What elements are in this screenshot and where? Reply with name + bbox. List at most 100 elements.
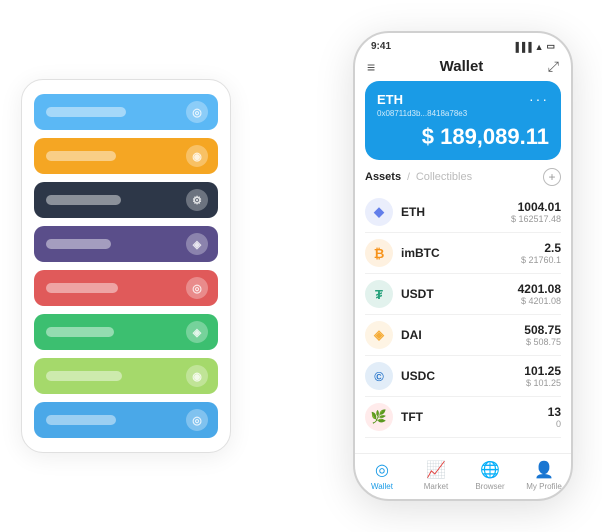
asset-icon-usdt: ₮ (365, 280, 393, 308)
nav-icon-wallet: ◎ (375, 460, 389, 480)
asset-icon-imbtc: ₿ (365, 239, 393, 267)
card-row-icon: ◉ (186, 145, 208, 167)
eth-card-address: 0x08711d3b...8418a78e3 (377, 109, 549, 118)
card-row-label (46, 327, 114, 337)
wifi-icon: ▲ (535, 42, 544, 52)
status-icons: ▐▐▐ ▲ ▭ (512, 41, 555, 52)
assets-header: Assets / Collectibles + (365, 168, 561, 186)
phone-header: ≡ Wallet ⤢ (355, 56, 571, 81)
asset-item[interactable]: 🌿TFT 130 (365, 397, 561, 438)
asset-left: ◈ DAI (365, 321, 422, 349)
asset-amount: 13 (548, 405, 561, 419)
asset-right: 508.75$ 508.75 (524, 323, 561, 347)
status-bar: 9:41 ▐▐▐ ▲ ▭ (355, 33, 571, 56)
asset-item[interactable]: ₿imBTC 2.5$ 21760.1 (365, 233, 561, 274)
tab-separator: / (407, 172, 410, 183)
asset-icon-eth: ◆ (365, 198, 393, 226)
left-card-stack: ◎ ◉ ⚙ ◈ ◎ ◈ ◉ ◎ (21, 79, 231, 453)
assets-tabs: Assets / Collectibles (365, 171, 472, 183)
nav-item-browser[interactable]: 🌐 Browser (463, 460, 517, 491)
nav-label-wallet: Wallet (371, 482, 393, 491)
asset-name: USDT (401, 287, 434, 301)
eth-card-menu[interactable]: ··· (529, 91, 549, 107)
asset-item[interactable]: ◈ DAI 508.75$ 508.75 (365, 315, 561, 356)
asset-list: ◆ ETH 1004.01$ 162517.48 ₿imBTC 2.5$ 21760.1… (365, 192, 561, 453)
phone-content: ETH ··· 0x08711d3b...8418a78e3 $ 189,089… (355, 81, 571, 453)
expand-icon[interactable]: ⤢ (548, 58, 559, 75)
card-row-icon: ◉ (186, 365, 208, 387)
scene: ◎ ◉ ⚙ ◈ ◎ ◈ ◉ ◎ 9:41 ▐▐▐ ▲ ▭ ≡ Wallet ⤢ ETH ···… (11, 11, 591, 521)
nav-icon-my-profile: 👤 (534, 460, 554, 480)
card-row-icon: ◎ (186, 409, 208, 431)
asset-left: ₿imBTC (365, 239, 440, 267)
card-row-icon: ◈ (186, 233, 208, 255)
card-row-0[interactable]: ◎ (34, 94, 218, 130)
eth-card-balance: $ 189,089.11 (377, 124, 549, 150)
asset-usd: $ 4201.08 (518, 296, 561, 306)
card-row-label (46, 283, 118, 293)
asset-item[interactable]: © USDC 101.25$ 101.25 (365, 356, 561, 397)
nav-label-browser: Browser (475, 482, 504, 491)
card-row-label (46, 151, 116, 161)
nav-item-wallet[interactable]: ◎ Wallet (355, 460, 409, 491)
asset-usd: 0 (548, 419, 561, 429)
card-row-icon: ◈ (186, 321, 208, 343)
asset-right: 2.5$ 21760.1 (521, 241, 561, 265)
card-row-4[interactable]: ◎ (34, 270, 218, 306)
nav-label-market: Market (424, 482, 448, 491)
card-row-label (46, 239, 111, 249)
asset-left: ₮ USDT (365, 280, 434, 308)
asset-right: 101.25$ 101.25 (524, 364, 561, 388)
asset-name: DAI (401, 328, 422, 342)
asset-icon-dai: ◈ (365, 321, 393, 349)
asset-icon-tft: 🌿 (365, 403, 393, 431)
asset-icon-usdc: © (365, 362, 393, 390)
card-row-label (46, 195, 121, 205)
tab-assets[interactable]: Assets (365, 171, 401, 183)
card-row-2[interactable]: ⚙ (34, 182, 218, 218)
card-row-icon: ◎ (186, 101, 208, 123)
menu-icon[interactable]: ≡ (367, 59, 375, 75)
card-row-1[interactable]: ◉ (34, 138, 218, 174)
asset-name: ETH (401, 205, 425, 219)
asset-usd: $ 101.25 (524, 378, 561, 388)
asset-left: ◆ ETH (365, 198, 425, 226)
asset-item[interactable]: ₮ USDT 4201.08$ 4201.08 (365, 274, 561, 315)
add-asset-button[interactable]: + (543, 168, 561, 186)
card-row-label (46, 107, 126, 117)
nav-icon-market: 📈 (426, 460, 446, 480)
card-row-6[interactable]: ◉ (34, 358, 218, 394)
page-title: Wallet (440, 58, 484, 75)
card-row-label (46, 371, 122, 381)
asset-amount: 508.75 (524, 323, 561, 337)
signal-icon: ▐▐▐ (512, 42, 531, 52)
asset-item[interactable]: ◆ ETH 1004.01$ 162517.48 (365, 192, 561, 233)
nav-icon-browser: 🌐 (480, 460, 500, 480)
bottom-nav: ◎ Wallet 📈 Market 🌐 Browser 👤My Profile (355, 453, 571, 499)
card-row-3[interactable]: ◈ (34, 226, 218, 262)
tab-collectibles[interactable]: Collectibles (416, 171, 472, 183)
card-row-7[interactable]: ◎ (34, 402, 218, 438)
asset-amount: 101.25 (524, 364, 561, 378)
status-time: 9:41 (371, 41, 391, 52)
asset-right: 1004.01$ 162517.48 (511, 200, 561, 224)
nav-item-my-profile[interactable]: 👤My Profile (517, 460, 571, 491)
asset-usd: $ 162517.48 (511, 214, 561, 224)
card-row-icon: ◎ (186, 277, 208, 299)
asset-amount: 2.5 (521, 241, 561, 255)
eth-card[interactable]: ETH ··· 0x08711d3b...8418a78e3 $ 189,089… (365, 81, 561, 160)
asset-right: 4201.08$ 4201.08 (518, 282, 561, 306)
eth-card-top: ETH ··· (377, 91, 549, 107)
battery-icon: ▭ (546, 41, 555, 52)
card-row-5[interactable]: ◈ (34, 314, 218, 350)
asset-left: © USDC (365, 362, 435, 390)
asset-right: 130 (548, 405, 561, 429)
card-row-icon: ⚙ (186, 189, 208, 211)
asset-left: 🌿TFT (365, 403, 423, 431)
eth-card-name: ETH (377, 92, 403, 107)
asset-amount: 4201.08 (518, 282, 561, 296)
asset-usd: $ 21760.1 (521, 255, 561, 265)
asset-amount: 1004.01 (511, 200, 561, 214)
asset-name: USDC (401, 369, 435, 383)
nav-item-market[interactable]: 📈 Market (409, 460, 463, 491)
